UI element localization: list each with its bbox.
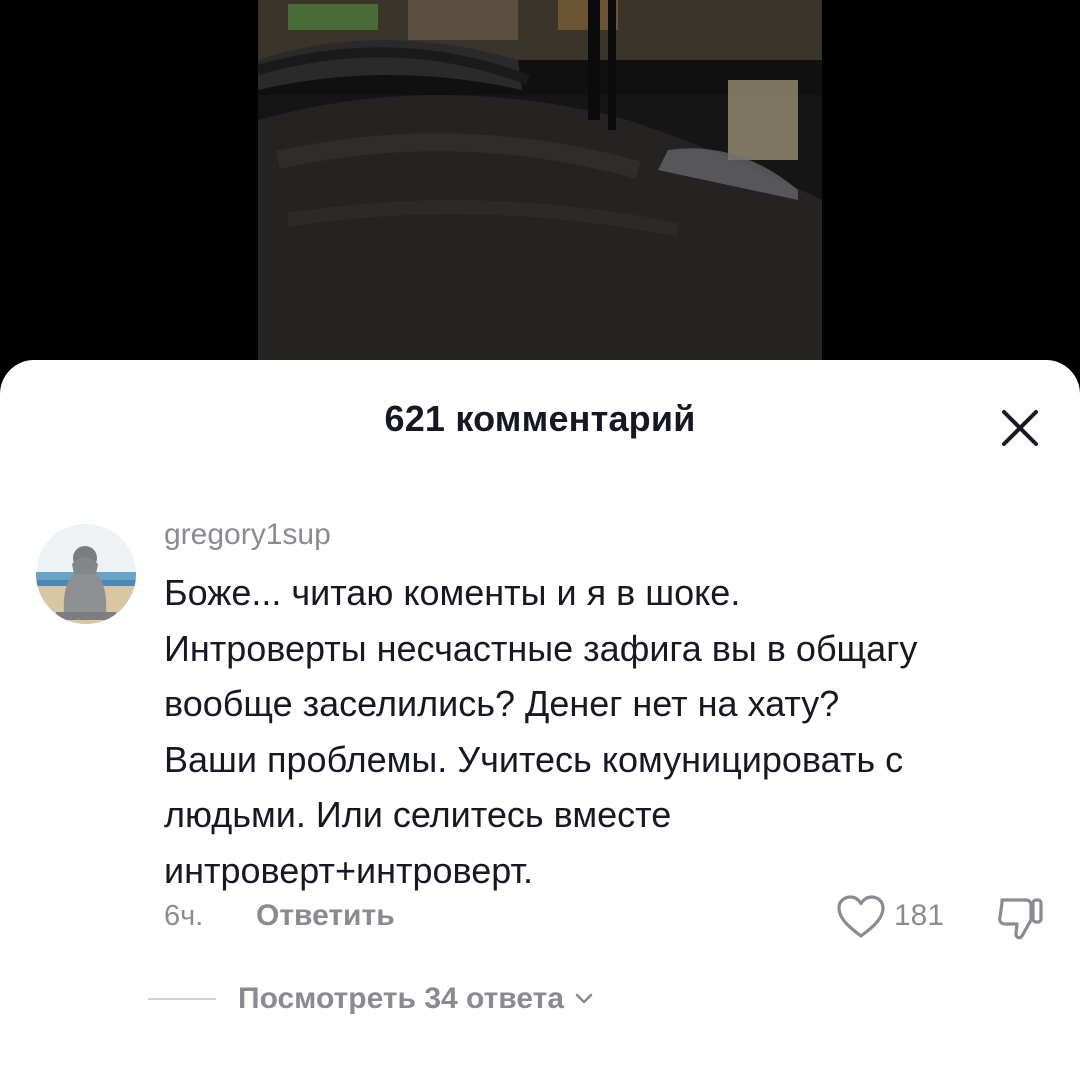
comments-count-title: 621 комментарий bbox=[384, 398, 696, 439]
avatar-image bbox=[36, 524, 136, 624]
replies-divider bbox=[148, 998, 216, 1000]
view-replies-label: Посмотреть 34 ответа bbox=[238, 982, 565, 1015]
like-count: 181 bbox=[894, 899, 945, 932]
comment-text-line: интроверт+интроверт. bbox=[164, 849, 533, 891]
close-button[interactable] bbox=[994, 402, 1046, 454]
video-frame bbox=[258, 0, 822, 380]
comment-username[interactable]: gregory1sup bbox=[164, 518, 331, 552]
comments-sheet: 621 комментарий gregory1sup Боже... чита… bbox=[0, 360, 1080, 1080]
thumbs-down-icon bbox=[998, 898, 1043, 940]
comment-text-line: вообще заселились? Денег нет на хату? bbox=[164, 683, 840, 724]
avatar[interactable] bbox=[36, 524, 136, 624]
view-replies-button[interactable]: Посмотреть 34 ответа bbox=[238, 982, 596, 1016]
video-thumbnail bbox=[258, 0, 822, 380]
reply-button[interactable]: Ответить bbox=[256, 899, 395, 933]
comment-text-line: Интроверты несчастные зафига вы в общагу bbox=[164, 627, 918, 669]
heart-outline-icon bbox=[837, 895, 885, 938]
video-player[interactable] bbox=[0, 0, 1080, 380]
dislike-button[interactable] bbox=[996, 894, 1046, 942]
comment-text-line: людьми. Или селитесь вместе bbox=[164, 794, 672, 835]
comment-text-line: Боже... читаю коменты и я в шоке. bbox=[164, 572, 741, 613]
comment-text: Боже... читаю коменты и я в шоке. Интров… bbox=[164, 565, 1054, 898]
chevron-down-icon bbox=[575, 993, 593, 1004]
comment-timestamp: 6ч. bbox=[164, 900, 204, 932]
comment-text-line: Ваши проблемы. Учитесь комуницировать с bbox=[164, 738, 904, 780]
like-button[interactable] bbox=[836, 894, 886, 940]
close-icon bbox=[1002, 410, 1038, 446]
